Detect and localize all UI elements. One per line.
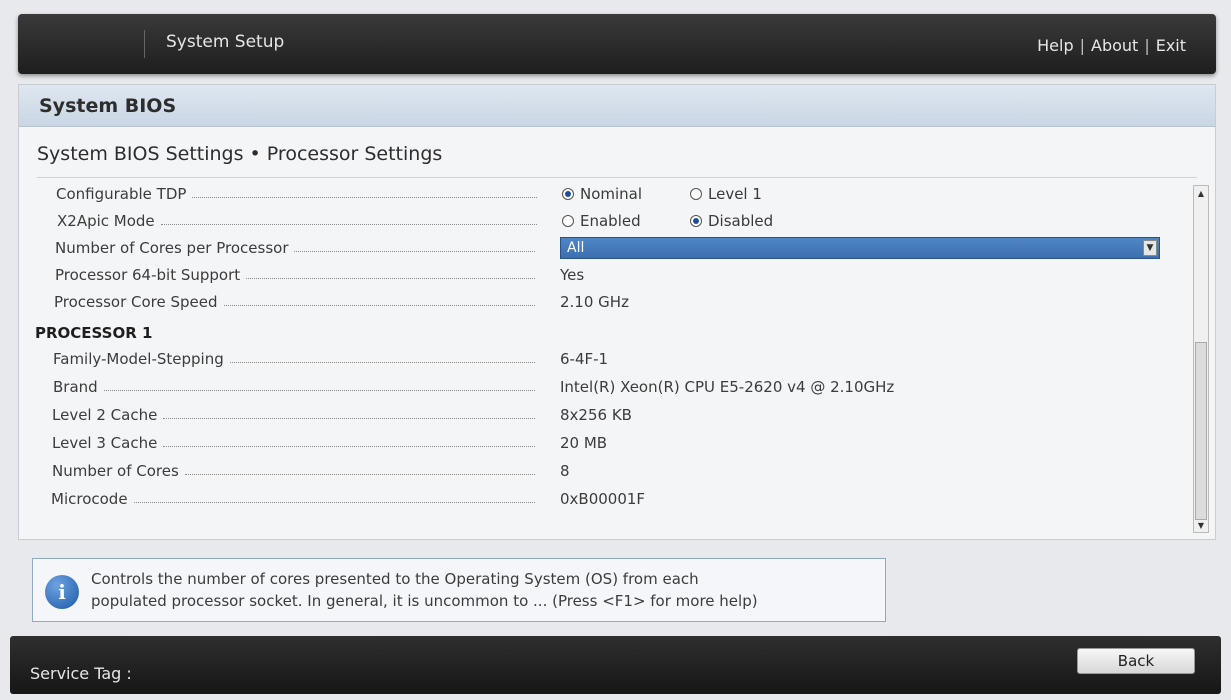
setting-row-brand: Brand Intel(R) Xeon(R) CPU E5-2620 v4 @ … <box>19 374 1179 400</box>
leader-dots <box>294 250 535 252</box>
leader-dots <box>192 196 537 198</box>
radio-label: Nominal <box>580 185 643 203</box>
setting-row-level-2-cache: Level 2 Cache 8x256 KB <box>19 402 1179 428</box>
setting-row-microcode: Microcode 0xB00001F <box>19 486 1179 512</box>
header-links: Help | About | Exit <box>1037 36 1186 55</box>
exit-link[interactable]: Exit <box>1156 36 1186 55</box>
setting-label: Processor Core Speed <box>54 293 218 311</box>
select-value: All <box>567 240 585 256</box>
help-line: Controls the number of cores presented t… <box>91 570 699 588</box>
setting-row-cores-per-processor: Number of Cores per Processor All ▼ <box>19 235 1179 261</box>
vertical-scrollbar[interactable]: ▲ ▼ <box>1193 185 1209 533</box>
settings-panel: System BIOS System BIOS Settings • Proce… <box>18 84 1216 540</box>
x2apic-radio-group: Enabled Disabled <box>562 212 818 230</box>
help-link[interactable]: Help <box>1037 36 1073 55</box>
panel-title: System BIOS <box>39 94 177 117</box>
radio-label: Level 1 <box>708 185 762 203</box>
setting-value: Yes <box>560 266 585 284</box>
setting-value: 8 <box>560 462 570 480</box>
setting-label: Processor 64-bit Support <box>55 266 241 284</box>
help-box: i Controls the number of cores presented… <box>32 558 886 622</box>
leader-dots <box>133 501 535 503</box>
setting-value: 8x256 KB <box>560 406 632 424</box>
leader-dots <box>163 417 535 419</box>
setting-row-family-model-stepping: Family-Model-Stepping 6-4F-1 <box>19 346 1179 372</box>
leader-dots <box>163 445 535 447</box>
cores-per-processor-select[interactable]: All ▼ <box>560 237 1160 259</box>
radio-option-nominal[interactable]: Nominal <box>562 185 690 203</box>
link-separator: | <box>1144 36 1150 55</box>
leader-dots <box>229 361 535 363</box>
radio-button[interactable] <box>690 188 702 200</box>
setting-row-x2apic-mode: X2Apic Mode Enabled Disabled <box>19 208 1179 234</box>
panel-header: System BIOS <box>19 85 1215 127</box>
setting-value: 20 MB <box>560 434 608 452</box>
section-heading-processor-1: PROCESSOR 1 <box>35 324 153 342</box>
leader-dots <box>184 473 535 475</box>
setting-row-64bit-support: Processor 64-bit Support Yes <box>19 262 1179 288</box>
app-title: System Setup <box>166 32 285 52</box>
setting-label: Level 3 Cache <box>52 434 158 452</box>
scroll-up-icon[interactable]: ▲ <box>1194 186 1208 200</box>
setting-label: Number of Cores <box>52 462 179 480</box>
radio-label: Enabled <box>580 212 641 230</box>
setting-label: Number of Cores per Processor <box>55 239 289 257</box>
leader-dots <box>160 223 537 225</box>
radio-option-disabled[interactable]: Disabled <box>690 212 818 230</box>
radio-button-checked[interactable] <box>562 188 574 200</box>
chevron-down-icon[interactable]: ▼ <box>1143 240 1157 256</box>
radio-label: Disabled <box>708 212 774 230</box>
top-bar: System Setup Help | About | Exit <box>18 14 1216 74</box>
scroll-down-icon[interactable]: ▼ <box>1194 518 1208 532</box>
setting-row-level-3-cache: Level 3 Cache 20 MB <box>19 430 1179 456</box>
setting-value: Intel(R) Xeon(R) CPU E5-2620 v4 @ 2.10GH… <box>560 378 895 396</box>
setting-value: 2.10 GHz <box>560 293 629 311</box>
setting-label: Configurable TDP <box>56 185 187 203</box>
bottom-bar: Service Tag : Back <box>10 636 1221 694</box>
help-line: populated processor socket. In general, … <box>91 592 758 610</box>
setting-label: Family-Model-Stepping <box>53 350 224 368</box>
setting-label: Microcode <box>51 490 128 508</box>
leader-dots <box>246 277 535 279</box>
service-tag-label: Service Tag : <box>30 664 132 683</box>
help-text: Controls the number of cores presented t… <box>91 568 758 612</box>
info-icon: i <box>45 575 79 609</box>
radio-option-enabled[interactable]: Enabled <box>562 212 690 230</box>
radio-button-checked[interactable] <box>690 215 702 227</box>
about-link[interactable]: About <box>1091 36 1138 55</box>
link-separator: | <box>1079 36 1085 55</box>
breadcrumb-divider <box>37 177 1197 178</box>
scrollbar-thumb[interactable] <box>1195 342 1207 520</box>
radio-button[interactable] <box>562 215 574 227</box>
radio-option-level-1[interactable]: Level 1 <box>690 185 818 203</box>
leader-dots <box>103 389 535 391</box>
configurable-tdp-radio-group: Nominal Level 1 <box>562 185 818 203</box>
back-button[interactable]: Back <box>1077 648 1195 674</box>
setting-label: Brand <box>53 378 98 396</box>
setting-value: 0xB00001F <box>560 490 646 508</box>
setting-label: Level 2 Cache <box>52 406 158 424</box>
leader-dots <box>223 304 535 306</box>
setting-row-core-speed: Processor Core Speed 2.10 GHz <box>19 289 1179 315</box>
breadcrumb: System BIOS Settings • Processor Setting… <box>37 143 443 165</box>
setting-label: X2Apic Mode <box>57 212 155 230</box>
setting-row-configurable-tdp: Configurable TDP Nominal Level 1 <box>19 181 1179 207</box>
setting-value: 6-4F-1 <box>560 350 609 368</box>
header-divider <box>144 30 145 58</box>
setting-row-number-of-cores: Number of Cores 8 <box>19 458 1179 484</box>
